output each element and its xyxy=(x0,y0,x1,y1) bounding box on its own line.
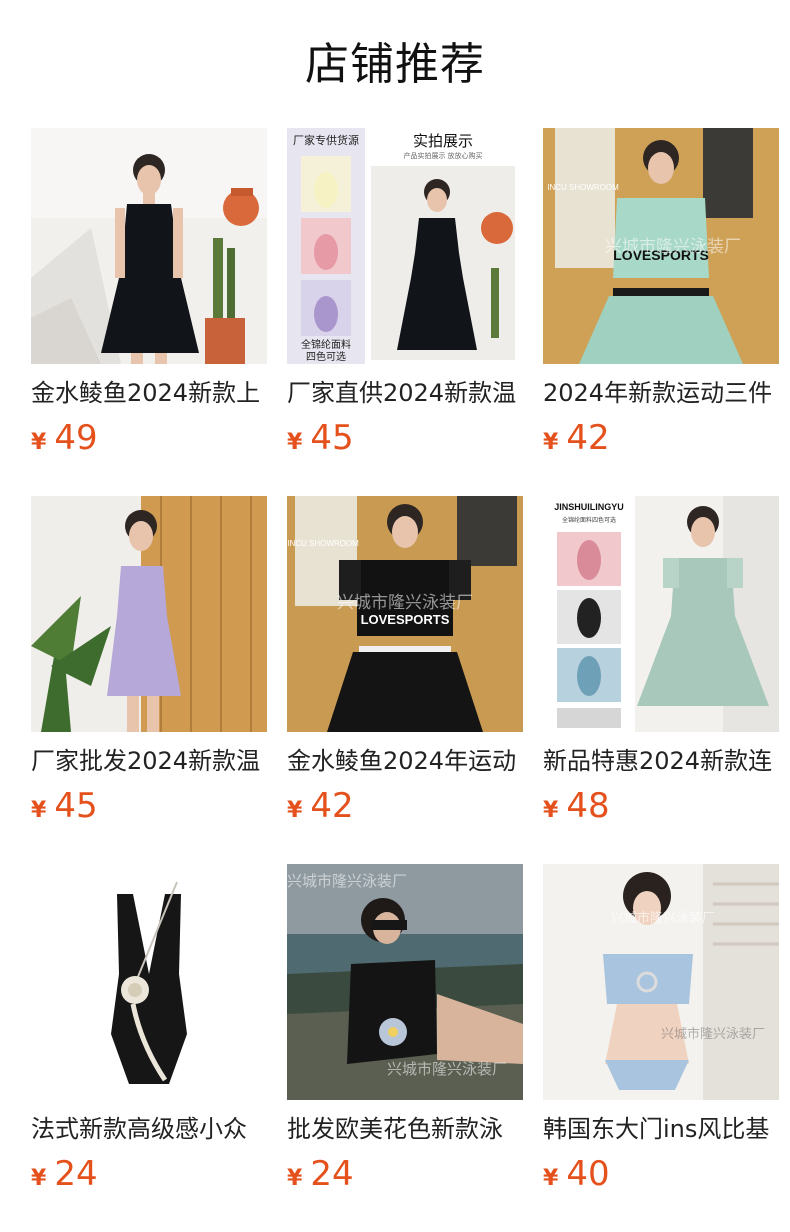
currency-symbol: ¥ xyxy=(31,798,47,823)
image-text-sign: INCU SHOWROOM xyxy=(287,539,359,548)
currency-symbol: ¥ xyxy=(287,1166,303,1191)
product-name[interactable]: 厂家批发2024新款温 xyxy=(31,744,267,778)
price-value: 45 xyxy=(310,418,354,458)
product-price: ¥ 42 xyxy=(543,416,779,460)
image-text-watermark: 兴城市隆兴泳装厂 xyxy=(605,237,741,256)
product-price: ¥ 42 xyxy=(287,784,523,828)
image-text-watermark: 兴城市隆兴泳装厂 xyxy=(337,593,473,612)
product-card[interactable]: JINSHUILINGYU 全锦纶面料四色可选 新品特惠2024新款连 ¥ 48 xyxy=(543,496,779,864)
product-price: ¥ 24 xyxy=(31,1152,267,1196)
currency-symbol: ¥ xyxy=(543,1166,559,1191)
product-name[interactable]: 金水鲮鱼2024年运动 xyxy=(287,744,523,778)
price-value: 49 xyxy=(54,418,98,458)
product-price: ¥ 49 xyxy=(31,416,267,460)
price-value: 40 xyxy=(566,1154,610,1194)
price-value: 24 xyxy=(54,1154,98,1194)
currency-symbol: ¥ xyxy=(31,1166,47,1191)
product-card[interactable]: 金水鲮鱼2024新款上 ¥ 49 xyxy=(31,128,267,496)
image-text-left-footer1: 全锦纶面料 xyxy=(301,338,351,351)
product-image[interactable] xyxy=(31,864,267,1100)
currency-symbol: ¥ xyxy=(543,798,559,823)
product-name[interactable]: 厂家直供2024新款温 xyxy=(287,376,523,410)
price-value: 24 xyxy=(310,1154,354,1194)
product-name[interactable]: 法式新款高级感小众 xyxy=(31,1112,267,1146)
product-name[interactable]: 批发欧美花色新款泳 xyxy=(287,1112,523,1146)
image-text-watermark: 兴城市隆兴泳装厂 xyxy=(611,910,715,925)
image-text-left-footer2: 四色可选 xyxy=(306,350,346,363)
image-text-right-header: 实拍展示 xyxy=(413,133,473,150)
product-price: ¥ 48 xyxy=(543,784,779,828)
product-image[interactable]: INCU SHOWROOM LOVESPORTS 兴城市隆兴泳装厂 xyxy=(287,496,523,732)
product-name[interactable]: 金水鲮鱼2024新款上 xyxy=(31,376,267,410)
image-text-left-header: 厂家专供货源 xyxy=(293,133,359,147)
product-price: ¥ 40 xyxy=(543,1152,779,1196)
product-name[interactable]: 韩国东大门ins风比基 xyxy=(543,1112,779,1146)
price-value: 42 xyxy=(310,786,354,826)
image-text-sign: INCU SHOWROOM xyxy=(547,183,619,192)
product-card[interactable]: INCU SHOWROOM LOVESPORTS 兴城市隆兴泳装厂 金水鲮鱼20… xyxy=(287,496,523,864)
product-image[interactable] xyxy=(31,496,267,732)
image-text-sub: 全锦纶面料四色可选 xyxy=(562,516,616,524)
currency-symbol: ¥ xyxy=(543,430,559,455)
image-text-watermark: 兴城市隆兴泳装厂 xyxy=(387,1061,507,1078)
currency-symbol: ¥ xyxy=(287,798,303,823)
image-text-right-sub: 产品实拍展示 放放心购买 xyxy=(404,151,483,160)
currency-symbol: ¥ xyxy=(31,430,47,455)
product-price: ¥ 24 xyxy=(287,1152,523,1196)
product-card[interactable]: 厂家批发2024新款温 ¥ 45 xyxy=(31,496,267,864)
product-card[interactable]: 兴城市隆兴泳装厂 兴城市隆兴泳装厂 批发欧美花色新款泳 ¥ 24 xyxy=(287,864,523,1232)
product-card[interactable]: 法式新款高级感小众 ¥ 24 xyxy=(31,864,267,1232)
product-image[interactable]: INCU SHOWROOM LOVESPORTS 兴城市隆兴泳装厂 xyxy=(543,128,779,364)
price-value: 42 xyxy=(566,418,610,458)
section-title: 店铺推荐 xyxy=(305,39,485,90)
product-card[interactable]: 厂家专供货源 全锦纶面料 四色可选 实拍展示 产品实拍展示 放放心购买 厂家直供… xyxy=(287,128,523,496)
currency-symbol: ¥ xyxy=(287,430,303,455)
product-grid: 金水鲮鱼2024新款上 ¥ 49 厂家专供货源 全锦纶面料 四色可选 实拍展示 … xyxy=(31,128,779,1232)
image-text-watermark: 兴城市隆兴泳装厂 xyxy=(287,873,407,890)
product-card[interactable]: 兴城市隆兴泳装厂 兴城市隆兴泳装厂 韩国东大门ins风比基 ¥ 40 xyxy=(543,864,779,1232)
product-card[interactable]: INCU SHOWROOM LOVESPORTS 兴城市隆兴泳装厂 2024年新… xyxy=(543,128,779,496)
recommend-page: 店铺推荐 金水鲮鱼2024新款上 ¥ 49 厂家专供货源 全锦纶面料 四色可选 … xyxy=(0,0,790,1232)
product-image[interactable] xyxy=(31,128,267,364)
product-price: ¥ 45 xyxy=(287,416,523,460)
price-value: 45 xyxy=(54,786,98,826)
product-name[interactable]: 新品特惠2024新款连 xyxy=(543,744,779,778)
image-text-brand: JINSHUILINGYU xyxy=(554,502,624,512)
product-image[interactable]: 兴城市隆兴泳装厂 兴城市隆兴泳装厂 xyxy=(287,864,523,1100)
image-text-watermark: 兴城市隆兴泳装厂 xyxy=(661,1026,765,1041)
product-image[interactable]: JINSHUILINGYU 全锦纶面料四色可选 xyxy=(543,496,779,732)
product-price: ¥ 45 xyxy=(31,784,267,828)
product-image[interactable]: 兴城市隆兴泳装厂 兴城市隆兴泳装厂 xyxy=(543,864,779,1100)
image-text-shirt: LOVESPORTS xyxy=(361,612,450,627)
product-name[interactable]: 2024年新款运动三件 xyxy=(543,376,779,410)
product-image[interactable]: 厂家专供货源 全锦纶面料 四色可选 实拍展示 产品实拍展示 放放心购买 xyxy=(287,128,523,364)
price-value: 48 xyxy=(566,786,610,826)
